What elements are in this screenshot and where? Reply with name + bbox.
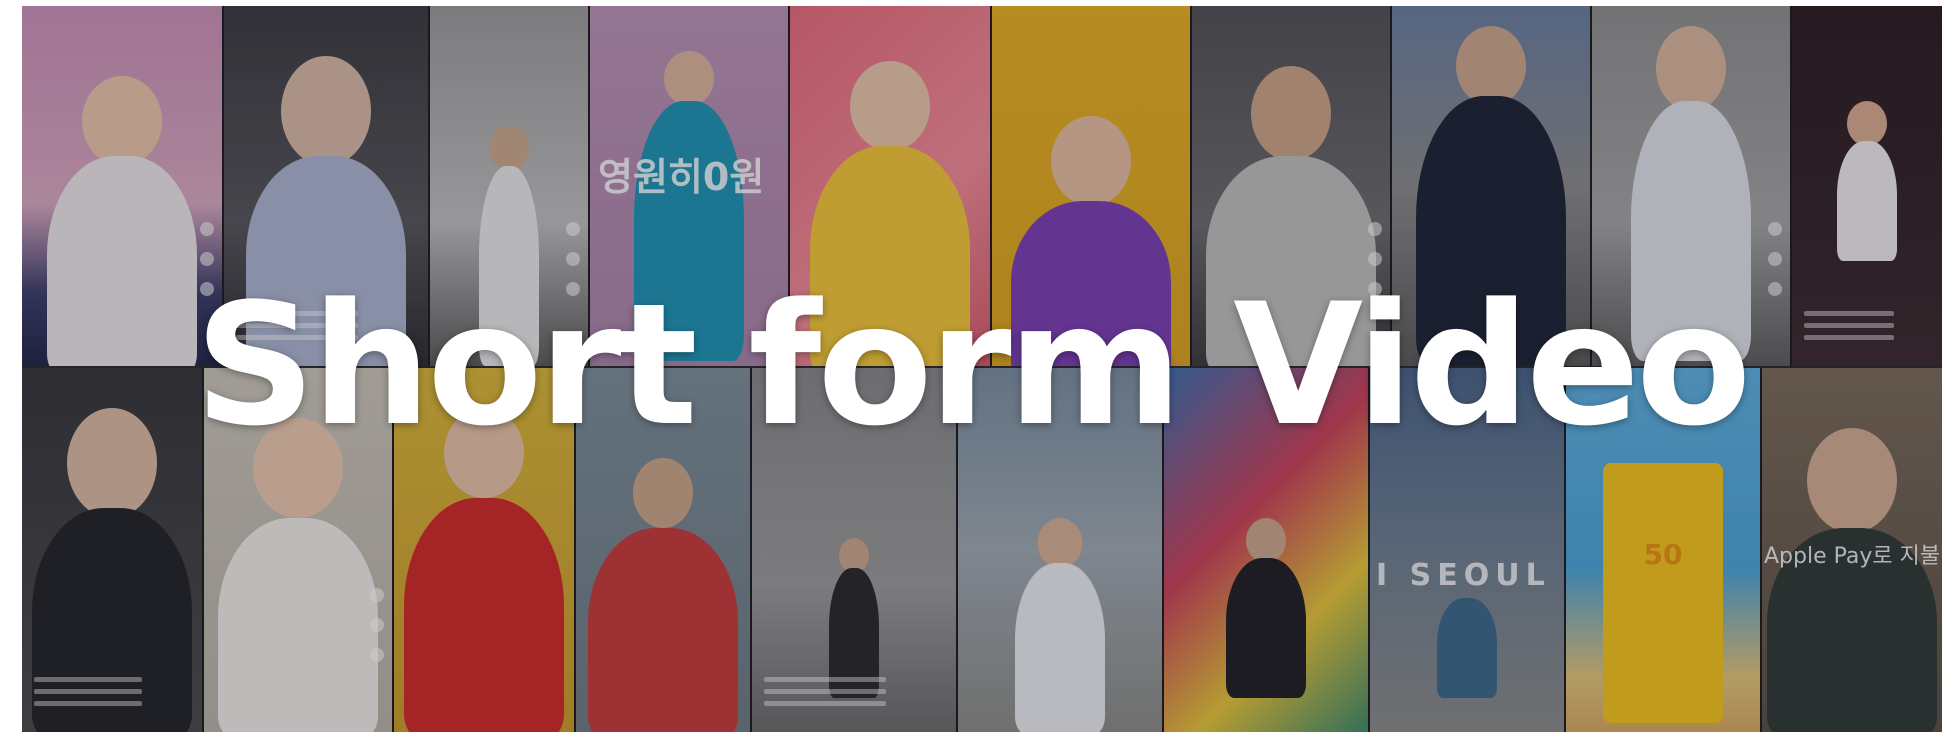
banner-image: 영원히0원 I SEOUL 50 Apple Pay로 지불 Short for… [0,0,1942,732]
headline-text: Short form Video [194,267,1752,463]
